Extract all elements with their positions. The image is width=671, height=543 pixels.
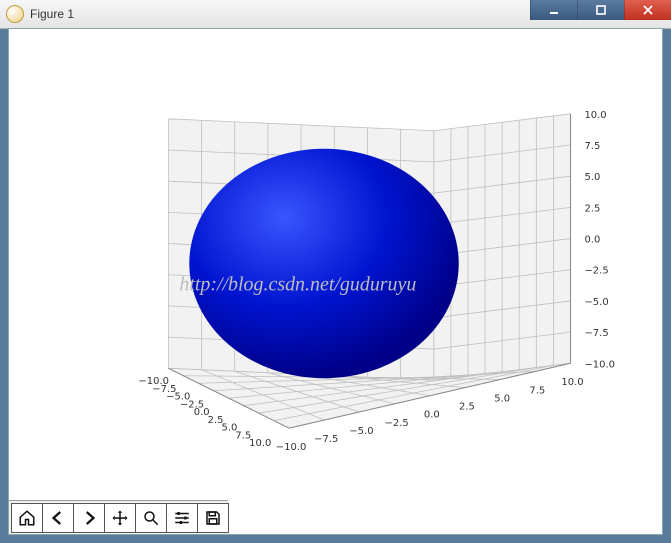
zoom-icon <box>142 509 160 527</box>
close-icon <box>642 4 654 16</box>
y-tick-label: −2.5 <box>385 418 409 429</box>
z-tick-label: −7.5 <box>584 328 608 339</box>
move-icon <box>111 509 129 527</box>
watermark-text: http://blog.csdn.net/guduruyu <box>179 273 416 295</box>
y-tick-label: 5.0 <box>494 393 510 404</box>
y-tick-label: 2.5 <box>459 402 475 413</box>
nav-toolbar <box>9 500 228 534</box>
x-tick-label: −10.0 <box>138 376 169 387</box>
maximize-icon <box>595 4 607 16</box>
y-tick-label: 10.0 <box>561 377 583 388</box>
configure-button[interactable] <box>166 503 198 533</box>
window-title: Figure 1 <box>30 7 74 21</box>
sliders-icon <box>173 509 191 527</box>
y-tick-label: −5.0 <box>349 426 373 437</box>
maximize-button[interactable] <box>577 0 624 20</box>
z-tick-label: −5.0 <box>584 297 608 308</box>
z-tick-label: 10.0 <box>584 110 606 121</box>
save-button[interactable] <box>197 503 229 533</box>
close-button[interactable] <box>624 0 671 20</box>
window-frame: Figure 1 10.07. <box>0 0 671 543</box>
client-area: 10.07.55.02.50.0−2.5−5.0−7.5−10.010.07.5… <box>8 28 663 535</box>
y-tick-label: −10.0 <box>276 442 307 453</box>
back-button[interactable] <box>42 503 74 533</box>
forward-button[interactable] <box>73 503 105 533</box>
window-controls <box>530 0 671 20</box>
x-tick-label: 5.0 <box>221 423 237 434</box>
y-tick-label: −7.5 <box>314 434 338 445</box>
minimize-button[interactable] <box>530 0 577 20</box>
x-tick-label: 2.5 <box>208 415 224 426</box>
back-icon <box>49 509 67 527</box>
z-tick-label: 2.5 <box>584 203 600 214</box>
z-tick-label: −10.0 <box>584 359 615 370</box>
zoom-button[interactable] <box>135 503 167 533</box>
sphere-surface <box>189 149 458 379</box>
app-icon <box>6 5 24 23</box>
axes3d: 10.07.55.02.50.0−2.5−5.0−7.5−10.010.07.5… <box>9 29 662 500</box>
forward-icon <box>80 509 98 527</box>
home-icon <box>18 509 36 527</box>
y-tick-label: 7.5 <box>529 385 545 396</box>
z-tick-label: 0.0 <box>584 235 600 246</box>
pan-button[interactable] <box>104 503 136 533</box>
plot-canvas[interactable]: 10.07.55.02.50.0−2.5−5.0−7.5−10.010.07.5… <box>9 29 662 500</box>
x-tick-label: 7.5 <box>235 430 251 441</box>
z-tick-label: −2.5 <box>584 266 608 277</box>
x-tick-label: 10.0 <box>249 438 271 449</box>
z-tick-label: 5.0 <box>584 172 600 183</box>
y-tick-label: 0.0 <box>424 410 440 421</box>
home-button[interactable] <box>11 503 43 533</box>
save-icon <box>204 509 222 527</box>
title-bar[interactable]: Figure 1 <box>0 0 671 29</box>
minimize-icon <box>548 4 560 16</box>
z-tick-label: 7.5 <box>584 141 600 152</box>
